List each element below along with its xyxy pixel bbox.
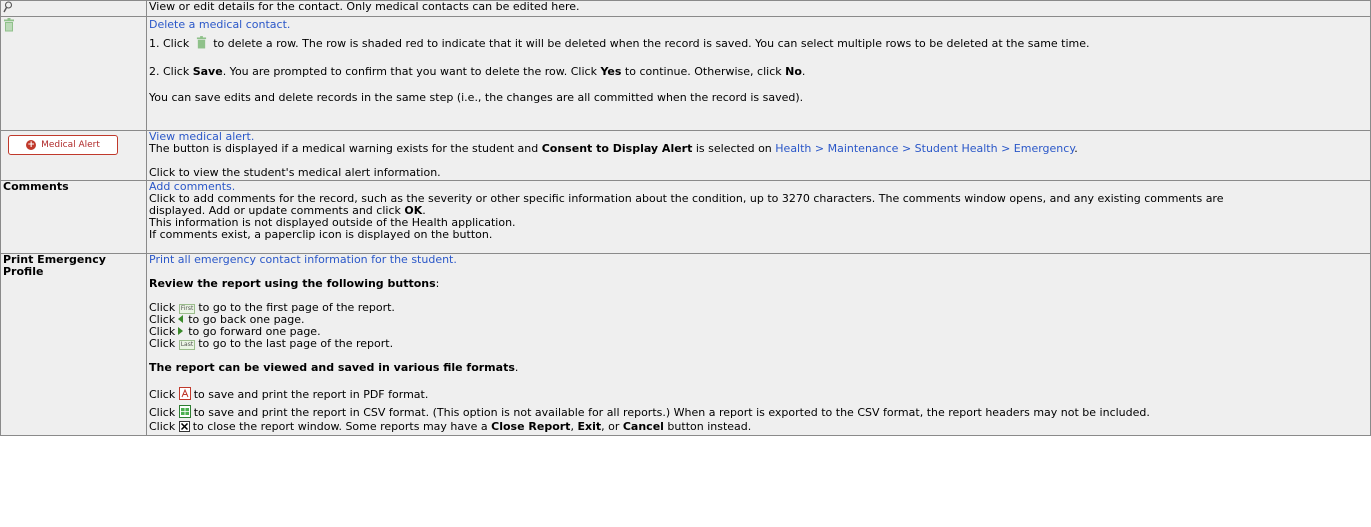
text: Click to view the student's medical aler… bbox=[149, 166, 441, 179]
table-row: Print Emergency Profile Print all emerge… bbox=[0, 253, 1371, 436]
text: to go to the last page of the report. bbox=[198, 337, 394, 350]
review-heading: Review the report using the following bu… bbox=[149, 277, 436, 290]
text: Click bbox=[149, 388, 176, 401]
table-row: + Medical Alert View medical alert. The … bbox=[0, 130, 1371, 181]
button-cell bbox=[0, 0, 147, 17]
text: to close the report window. Some reports… bbox=[192, 420, 488, 433]
description-cell: View or edit details for the contact. On… bbox=[146, 0, 1371, 17]
emergency-path-link[interactable]: Health > Maintenance > Student Health > … bbox=[775, 142, 1074, 155]
text: The button is displayed if a medical war… bbox=[149, 142, 539, 155]
text: . bbox=[1074, 142, 1078, 155]
text: to save and print the report in PDF form… bbox=[193, 388, 429, 401]
text: to save and print the report in CSV form… bbox=[193, 406, 1150, 419]
last-page-button: Last bbox=[178, 340, 196, 350]
close-report-bold: Close Report bbox=[491, 420, 571, 433]
plus-circle-icon: + bbox=[26, 140, 37, 150]
trash-icon[interactable] bbox=[3, 18, 15, 35]
cancel-bold: Cancel bbox=[622, 420, 664, 433]
button-cell: Comments bbox=[0, 180, 147, 254]
consent-bold: Consent to Display Alert bbox=[541, 142, 693, 155]
button-cell: Print Emergency Profile bbox=[0, 253, 147, 436]
text: to continue. Otherwise, click bbox=[624, 65, 782, 78]
text: Click bbox=[149, 406, 176, 419]
formats-heading: The report can be viewed and saved in va… bbox=[149, 361, 515, 374]
text: Click bbox=[149, 337, 176, 350]
triangle-right-icon bbox=[178, 327, 184, 335]
save-bold: Save bbox=[192, 65, 223, 78]
text: , bbox=[570, 420, 574, 433]
print-profile-link[interactable]: Print all emergency contact information … bbox=[149, 253, 457, 266]
description-cell: Print all emergency contact information … bbox=[146, 253, 1371, 436]
text: . bbox=[514, 361, 519, 374]
text: is selected on bbox=[695, 142, 772, 155]
text: 1. Click bbox=[149, 37, 190, 50]
table-row: Delete a medical contact. 1. Click to de… bbox=[0, 16, 1371, 131]
text: : bbox=[435, 277, 440, 290]
text: button instead. bbox=[667, 420, 752, 433]
triangle-left-icon bbox=[178, 315, 184, 323]
text: 2. Click bbox=[149, 65, 190, 78]
view-description: View or edit details for the contact. On… bbox=[149, 0, 580, 13]
button-cell: + Medical Alert bbox=[0, 130, 147, 181]
text: . bbox=[801, 65, 806, 78]
yes-bold: Yes bbox=[600, 65, 622, 78]
trash-icon bbox=[196, 36, 207, 52]
csv-icon bbox=[178, 405, 191, 421]
no-bold: No bbox=[785, 65, 802, 78]
pdf-icon bbox=[178, 387, 191, 403]
print-profile-label: Print Emergency Profile bbox=[3, 253, 106, 278]
magnifier-icon[interactable] bbox=[3, 1, 13, 16]
exit-bold: Exit bbox=[577, 420, 602, 433]
delete-note: You can save edits and delete records in… bbox=[149, 91, 804, 104]
close-window-icon bbox=[178, 421, 190, 435]
button-cell bbox=[0, 16, 147, 131]
text: to delete a row. The row is shaded red t… bbox=[213, 37, 1090, 50]
description-cell: View medical alert. The button is displa… bbox=[146, 130, 1371, 181]
description-cell: Add comments. Click to add comments for … bbox=[146, 180, 1371, 254]
medical-alert-button[interactable]: + Medical Alert bbox=[8, 135, 118, 155]
text: Click bbox=[149, 420, 176, 433]
table-row: View or edit details for the contact. On… bbox=[0, 0, 1371, 17]
table-row: Comments Add comments. Click to add comm… bbox=[0, 180, 1371, 254]
text: . You are prompted to confirm that you w… bbox=[222, 65, 597, 78]
text: , or bbox=[601, 420, 620, 433]
delete-link[interactable]: Delete a medical contact. bbox=[149, 18, 290, 31]
comments-label: Comments bbox=[3, 180, 69, 193]
help-table: View or edit details for the contact. On… bbox=[0, 0, 1371, 436]
text: If comments exist, a paperclip icon is d… bbox=[149, 228, 493, 241]
description-cell: Delete a medical contact. 1. Click to de… bbox=[146, 16, 1371, 131]
button-label: Medical Alert bbox=[41, 140, 100, 150]
